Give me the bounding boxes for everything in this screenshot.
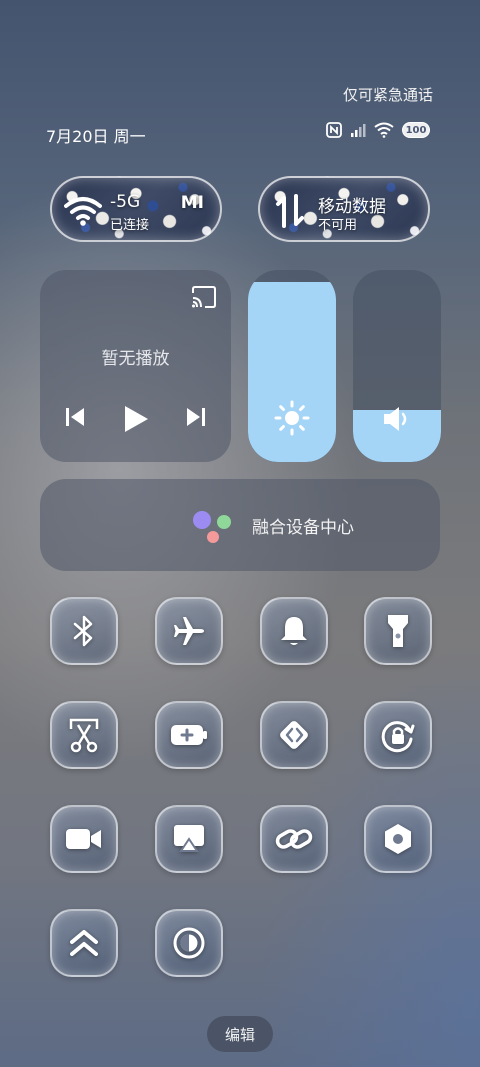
device-center-icon	[193, 511, 231, 543]
media-player-card[interactable]: 暂无播放	[40, 270, 231, 462]
wifi-toggle[interactable]: -5G 已连接 MI	[50, 176, 222, 242]
screen-cast-icon	[174, 825, 204, 852]
chevrons-up-icon	[70, 930, 98, 956]
flashlight-icon	[388, 615, 408, 647]
screen-cast-toggle[interactable]	[155, 805, 223, 873]
bluetooth-toggle[interactable]	[50, 597, 118, 665]
dark-mode-toggle[interactable]	[155, 909, 223, 977]
cast-icon[interactable]	[191, 286, 217, 308]
mobile-data-toggle[interactable]: 移动数据 不可用	[258, 176, 430, 242]
mobile-data-icon	[276, 194, 304, 228]
battery-saver-toggle[interactable]	[155, 701, 223, 769]
play-icon[interactable]	[122, 404, 150, 434]
edit-button[interactable]: 编辑	[207, 1016, 273, 1052]
wifi-network-name: -5G	[110, 192, 141, 212]
airplane-mode-toggle[interactable]	[155, 597, 223, 665]
bell-icon	[281, 617, 307, 645]
battery-indicator: 100	[402, 122, 430, 138]
code-icon	[280, 721, 308, 749]
developer-toggle[interactable]	[260, 701, 328, 769]
link-toggle[interactable]	[260, 805, 328, 873]
volume-icon-wrap	[353, 404, 441, 434]
wifi-status-icon	[374, 122, 394, 138]
screenshot-scissors-icon	[69, 718, 99, 753]
airplane-icon	[174, 617, 204, 645]
now-playing-text: 暂无播放	[101, 349, 170, 369]
flashlight-toggle[interactable]	[364, 597, 432, 665]
bluetooth-icon	[73, 615, 93, 647]
screenshot-toggle[interactable]	[50, 701, 118, 769]
mobile-data-status: 不可用	[318, 218, 358, 233]
brightness-icon-wrap	[248, 400, 336, 436]
status-icons: 100	[326, 122, 430, 138]
next-track-icon[interactable]	[185, 406, 207, 428]
performance-toggle[interactable]	[50, 909, 118, 977]
volume-slider[interactable]	[353, 270, 441, 462]
rotation-lock-toggle[interactable]	[364, 701, 432, 769]
video-camera-icon	[66, 829, 101, 849]
previous-track-icon[interactable]	[64, 406, 86, 428]
sound-mode-toggle[interactable]	[260, 597, 328, 665]
wifi-icon	[64, 197, 102, 226]
fusion-center-label: 融合设备中心	[252, 518, 354, 538]
sun-icon	[274, 400, 310, 436]
wifi-badge: MI	[180, 193, 204, 213]
fusion-device-center[interactable]: 融合设备中心	[40, 479, 440, 571]
battery-level: 100	[405, 124, 427, 136]
settings-toggle[interactable]	[364, 805, 432, 873]
screen-record-toggle[interactable]	[50, 805, 118, 873]
wifi-status: 已连接	[110, 218, 150, 233]
date-label: 7月20日 周一	[46, 127, 146, 146]
rotation-lock-icon	[381, 721, 415, 753]
nfc-icon	[326, 122, 342, 138]
dark-mode-icon	[173, 927, 205, 959]
hexagon-settings-icon	[385, 824, 411, 854]
signal-icon	[351, 124, 366, 137]
brightness-slider[interactable]	[248, 270, 336, 462]
speaker-icon	[384, 407, 407, 431]
emergency-call-text: 仅可紧急通话	[342, 86, 433, 104]
link-icon	[275, 829, 313, 849]
battery-saver-icon	[171, 725, 207, 745]
